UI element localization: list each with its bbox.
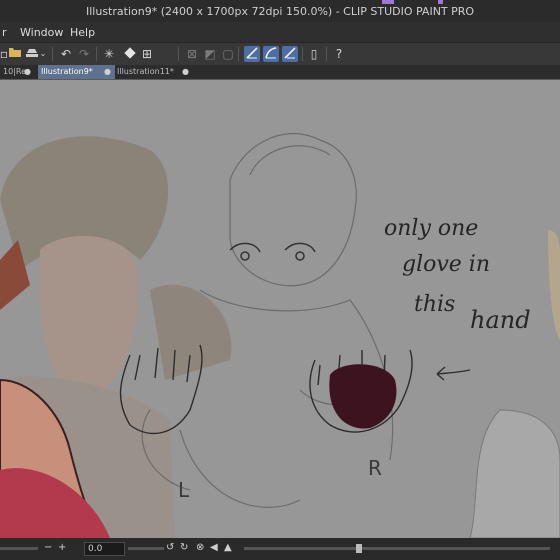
status-bar: − + 0.0 ↺ ↻ ⊗ ◀ ▲: [0, 538, 560, 560]
zoom-plus-button[interactable]: +: [58, 542, 66, 553]
stabilizer-curve-icon[interactable]: [263, 46, 279, 62]
open-folder-icon[interactable]: [7, 46, 23, 62]
note-line-1: only one: [384, 216, 479, 241]
reset-rotation-icon[interactable]: ⊗: [196, 542, 204, 553]
device-icon[interactable]: ▯: [306, 46, 322, 62]
menu-item-help[interactable]: Help: [70, 26, 95, 39]
deselect-icon[interactable]: ⊠: [184, 46, 200, 62]
scroll-slider[interactable]: [0, 547, 38, 550]
right-sketch: [469, 409, 560, 538]
tab-label: Illustration9*: [41, 67, 93, 76]
dropdown-icon[interactable]: ⌄: [39, 46, 47, 62]
window-title: Illustration9* (2400 x 1700px 72dpi 150.…: [86, 5, 475, 18]
undo-icon[interactable]: ↶: [58, 46, 74, 62]
note-line-4: hand: [470, 306, 531, 334]
save-icon[interactable]: [24, 46, 40, 62]
transform-icon[interactable]: ⊞: [139, 46, 155, 62]
right-edge-figure: [548, 230, 560, 340]
flip-vertical-icon[interactable]: ▲: [224, 542, 232, 553]
stabilizer-smooth-icon[interactable]: [282, 46, 298, 62]
arrow-mark: [436, 366, 471, 381]
fill-icon[interactable]: [122, 46, 138, 62]
stabilizer-line-icon[interactable]: [244, 46, 260, 62]
command-bar: ▫ ⌄ ↶ ↷ ✳ ⊞ ⊠ ◩ ▢ ▯ ?: [0, 42, 560, 66]
horizontal-scrollbar[interactable]: [244, 547, 550, 550]
close-icon[interactable]: ●: [104, 65, 111, 79]
menu-item-partial[interactable]: r: [2, 26, 7, 39]
canvas[interactable]: only one glove in this hand L R: [0, 80, 560, 538]
rotate-left-icon[interactable]: ↺: [166, 542, 174, 553]
background-figure-shoulder: [150, 284, 232, 380]
title-bar: Illustration9* (2400 x 1700px 72dpi 150.…: [0, 0, 560, 22]
tab-illustration11[interactable]: Illustration11* ●: [114, 65, 193, 79]
tab-illustration9[interactable]: Illustration9* ●: [38, 65, 115, 79]
zoom-minus-button[interactable]: −: [44, 542, 52, 553]
scroll-thumb[interactable]: [356, 544, 362, 553]
close-icon[interactable]: ●: [182, 65, 189, 79]
selection-box-icon[interactable]: ▢: [220, 46, 236, 62]
tab-label: Illustration11*: [117, 67, 174, 76]
help-icon[interactable]: ?: [331, 46, 347, 62]
invert-selection-icon[interactable]: ◩: [202, 46, 218, 62]
loading-icon[interactable]: ✳: [101, 46, 117, 62]
flip-horizontal-icon[interactable]: ◀: [210, 542, 218, 553]
tab-label: 10|Re: [3, 67, 26, 76]
menu-item-window[interactable]: Window: [20, 26, 63, 39]
rotate-slider[interactable]: [128, 547, 164, 550]
rotate-right-icon[interactable]: ↻: [180, 542, 188, 553]
note-line-2: glove in: [402, 252, 491, 277]
title-accent: [382, 0, 394, 4]
sketch-eyes: [229, 242, 316, 261]
glove-shape: [329, 364, 397, 429]
document-tabs: 10|Re ● Illustration9* ● Illustration11*…: [0, 65, 560, 79]
close-icon[interactable]: ●: [24, 65, 31, 79]
menu-bar: r Window Help: [0, 22, 560, 42]
label-left: L: [178, 478, 190, 502]
note-line-3: this: [414, 292, 456, 317]
title-accent: [438, 0, 443, 4]
label-right: R: [368, 456, 382, 480]
tab-previous[interactable]: 10|Re ●: [0, 65, 35, 79]
zoom-input[interactable]: 0.0: [84, 542, 125, 556]
redo-icon[interactable]: ↷: [76, 46, 92, 62]
